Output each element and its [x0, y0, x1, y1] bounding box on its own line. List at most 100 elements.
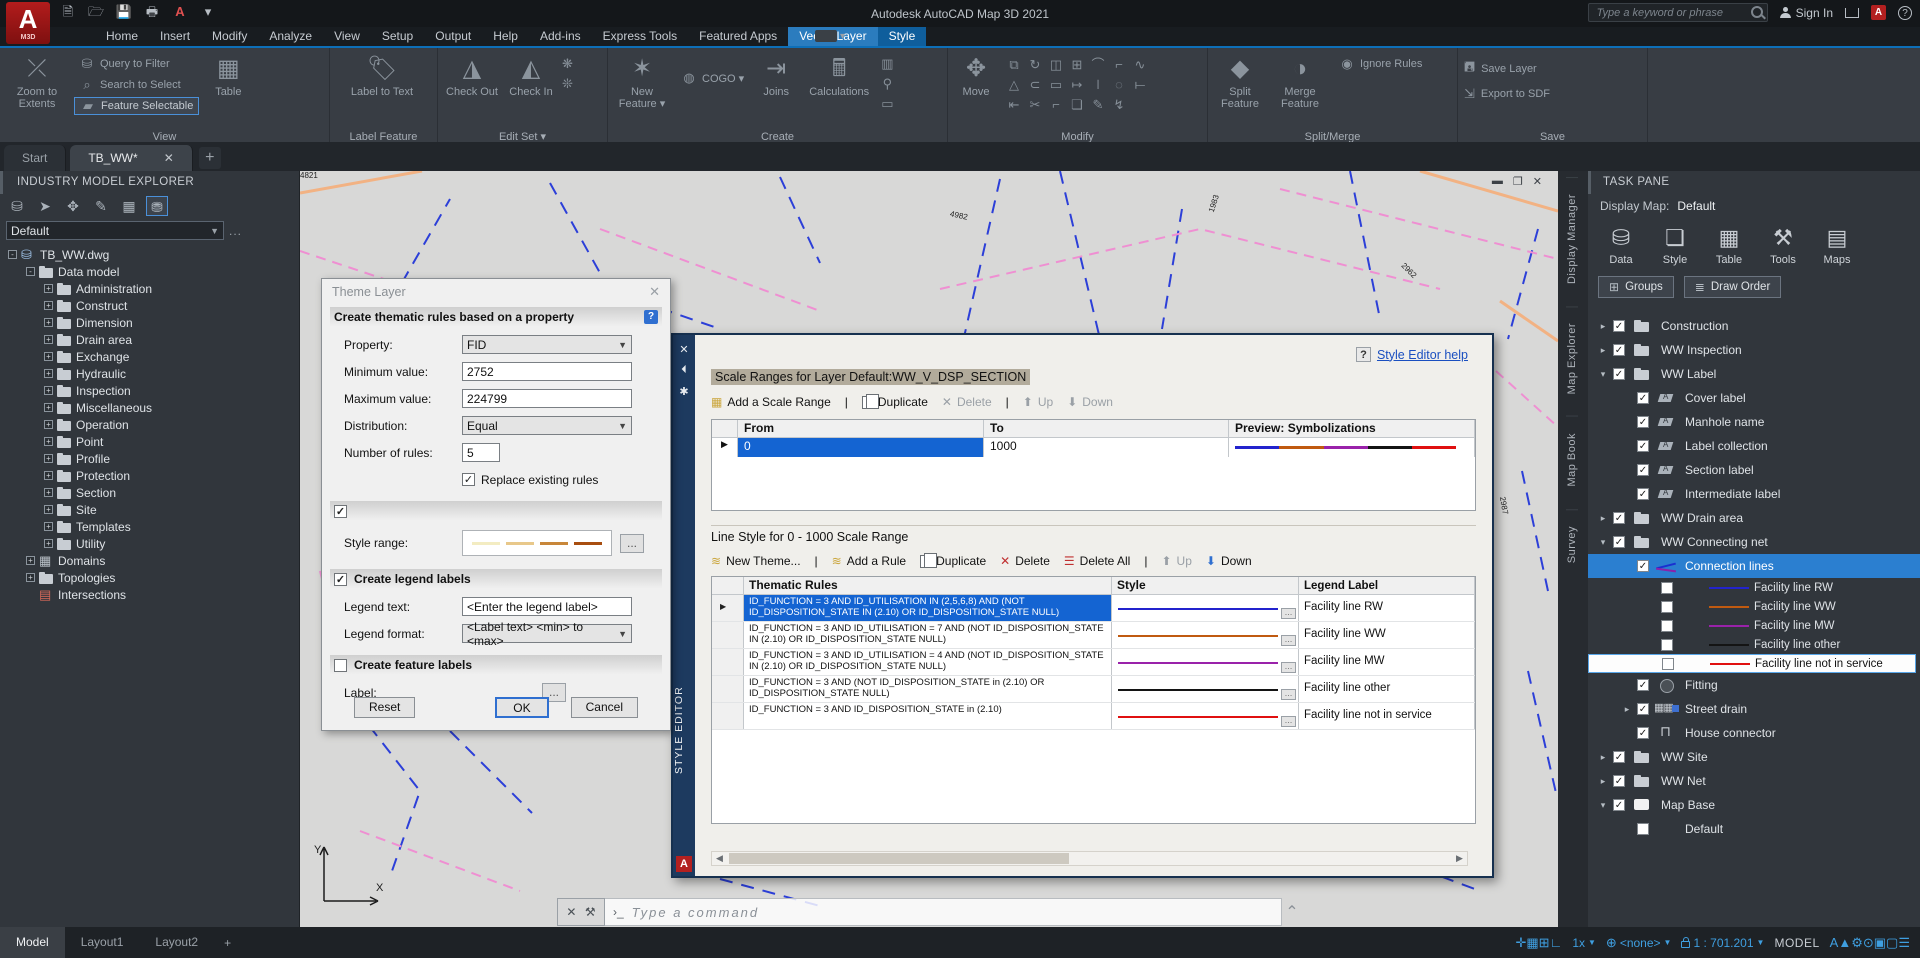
autodesk-a-icon[interactable]: A [1871, 5, 1886, 20]
customize-wrench-icon[interactable]: ⚒ [585, 905, 596, 919]
isolate-objects-icon[interactable]: ⊙ [1863, 935, 1874, 950]
tree-expander-icon[interactable]: + [44, 420, 53, 429]
column-preview[interactable]: Preview: Symbolizations [1229, 420, 1475, 437]
rule-expression-cell[interactable]: ID_FUNCTION = 3 AND ID_UTILISATION = 7 A… [744, 622, 1112, 648]
layer-tree-item[interactable]: ▸ ✓ Construction [1588, 314, 1920, 338]
layer-tree-item[interactable]: none ✓ Intermediate label [1588, 482, 1920, 506]
cogo-button[interactable]: ◍COGO ▾ [676, 69, 749, 87]
explorer-tree-item[interactable]: + Profile [0, 450, 299, 467]
tree-expander-icon[interactable]: + [26, 573, 35, 582]
dialog-close-icon[interactable]: ✕ [649, 284, 660, 300]
ribbon-tab[interactable]: Insert [149, 27, 201, 46]
tree-expander-icon[interactable]: + [44, 369, 53, 378]
tree-expander-icon[interactable]: ▸ [1598, 321, 1608, 332]
ignore-rules-button[interactable]: ◉Ignore Rules [1334, 55, 1427, 73]
legend-label-cell[interactable]: Facility line other [1299, 676, 1475, 702]
side-tab[interactable]: Map Explorer [1566, 306, 1578, 410]
ribbon-tab[interactable]: Help [482, 27, 529, 46]
query-to-filter-button[interactable]: ⛁Query to Filter [74, 55, 199, 73]
ribbon-tab[interactable]: Home [95, 27, 149, 46]
array-icon[interactable]: ⊞ [1067, 55, 1087, 74]
tree-expander-icon[interactable]: + [44, 386, 53, 395]
tree-expander-icon[interactable]: + [44, 318, 53, 327]
generate-graphic-icon[interactable]: ⛁ [6, 196, 28, 216]
delete-rule-button[interactable]: ✕Delete [1000, 554, 1050, 568]
explorer-tree-item[interactable]: + Protection [0, 467, 299, 484]
layer-tree-item[interactable]: Facility line not in service [1588, 654, 1916, 673]
explorer-map-combo[interactable]: Default ▼ [6, 221, 224, 240]
tree-expander-icon[interactable]: + [26, 556, 35, 565]
check-out-button[interactable]: ◮ Check Out [444, 52, 500, 128]
model-space-indicator[interactable]: MODEL [1774, 936, 1819, 950]
layer-tree-item[interactable]: none ✓ Label collection [1588, 434, 1920, 458]
layer-tree-item[interactable]: Facility line other [1588, 635, 1920, 654]
explorer-tree-item[interactable]: + Utility [0, 535, 299, 552]
rotate-icon[interactable]: ↻ [1025, 55, 1045, 74]
explorer-tree-item[interactable]: + Exchange [0, 348, 299, 365]
rule-up-button[interactable]: ⬆Up [1161, 554, 1191, 568]
current-view-dropdown[interactable]: ⊕<none>▼ [1606, 935, 1672, 951]
ribbon-tab[interactable]: Add-ins [529, 27, 592, 46]
tree-expander-icon[interactable]: ▸ [1598, 752, 1608, 763]
trim-icon[interactable]: ▭ [1046, 75, 1066, 94]
down-button[interactable]: ⬇Down [1067, 395, 1113, 409]
style-cell[interactable]: … [1112, 649, 1299, 675]
command-input[interactable]: ›_ Type a command [605, 898, 1282, 926]
tree-expander-icon[interactable]: ▾ [1598, 369, 1608, 380]
new-feature-button[interactable]: ✶ New Feature ▾ [614, 52, 670, 128]
validate-icon[interactable]: ✥ [62, 196, 84, 216]
side-tab[interactable]: Map Book [1566, 416, 1578, 503]
ribbon-tab[interactable]: Style [878, 27, 927, 46]
layer-checkbox[interactable] [1662, 658, 1674, 670]
layer-tree-item[interactable]: ▸ ✓ Street drain [1588, 697, 1920, 721]
style-browse-button[interactable]: … [1281, 662, 1296, 673]
join-icon[interactable]: ⌐ [1046, 95, 1066, 114]
rule-expression-cell[interactable]: ID_FUNCTION = 3 AND (NOT ID_DISPOSITION_… [744, 676, 1112, 702]
min-value-input[interactable]: 2752 [462, 362, 632, 381]
close-icon[interactable]: ✕ [673, 343, 695, 356]
db-edit-icon[interactable]: ⛃ [146, 196, 168, 216]
tree-expander-icon[interactable]: + [44, 522, 53, 531]
save-layer-button[interactable]: 🖪Save Layer [1464, 58, 1550, 80]
layer-tree-item[interactable]: ▸ ✓ WW Inspection [1588, 338, 1920, 362]
legend-format-select[interactable]: <Label text> <min> to <max>▼ [462, 624, 632, 643]
scroll-right-icon[interactable]: ▶ [1452, 853, 1467, 864]
thematic-rule-row[interactable]: ID_FUNCTION = 3 AND ID_UTILISATION = 7 A… [712, 622, 1475, 649]
delete-all-button[interactable]: ☰Delete All [1064, 554, 1130, 568]
column-legend-label[interactable]: Legend Label [1299, 577, 1475, 594]
layer-tree-item[interactable]: none Default [1588, 817, 1920, 841]
task-pane-tool-button[interactable]: ▤ Maps [1812, 224, 1862, 266]
layer-checkbox[interactable]: ✓ [1613, 799, 1625, 811]
tab-model[interactable]: Model [0, 927, 65, 958]
ribbon-tab[interactable]: Analyze [258, 27, 323, 46]
merge-feature-button[interactable]: ◑ Merge Feature [1272, 52, 1328, 128]
split-feature-button[interactable]: ◆ Split Feature [1214, 52, 1266, 128]
number-of-rules-input[interactable]: 5 [462, 443, 500, 462]
ribbon-panel-chooser[interactable]: ▾ [815, 27, 845, 46]
viewport-scale-dropdown[interactable]: 1 : 701.201▼ [1681, 936, 1764, 950]
chamfer-icon[interactable]: ⌐ [1109, 55, 1129, 74]
legend-label-cell[interactable]: Facility line not in service [1299, 703, 1475, 729]
calculations-button[interactable]: 🖩 Calculations [803, 52, 875, 128]
tab-start[interactable]: Start [4, 145, 66, 171]
command-expand-icon[interactable]: ⌃ [1282, 902, 1302, 922]
rule-down-button[interactable]: ⬇Down [1206, 554, 1252, 568]
style-browse-button[interactable]: … [1281, 635, 1296, 646]
style-browse-button[interactable]: … [1281, 716, 1296, 727]
scrollbar-thumb[interactable] [729, 853, 1069, 864]
column-style[interactable]: Style [1112, 577, 1299, 594]
layer-checkbox[interactable] [1661, 582, 1673, 594]
help-search-input[interactable]: Type a keyword or phrase [1588, 3, 1768, 22]
layer-checkbox[interactable]: ✓ [1637, 392, 1649, 404]
layer-tree-item[interactable]: Facility line MW [1588, 616, 1920, 635]
blend-icon[interactable]: ∿ [1130, 55, 1150, 74]
layer-checkbox[interactable]: ✓ [1637, 488, 1649, 500]
layer-tree-item[interactable]: ▸ ✓ WW Drain area [1588, 506, 1920, 530]
display-map-value[interactable]: Default [1677, 199, 1715, 213]
tree-expander-icon[interactable]: ▸ [1598, 776, 1608, 787]
column-to[interactable]: To [984, 420, 1229, 437]
ribbon-tab[interactable]: Featured Apps [688, 27, 788, 46]
customization-icon[interactable]: ☰ [1898, 935, 1910, 950]
legend-label-cell[interactable]: Facility line RW [1299, 595, 1475, 621]
extend-icon[interactable]: ↦ [1067, 75, 1087, 94]
